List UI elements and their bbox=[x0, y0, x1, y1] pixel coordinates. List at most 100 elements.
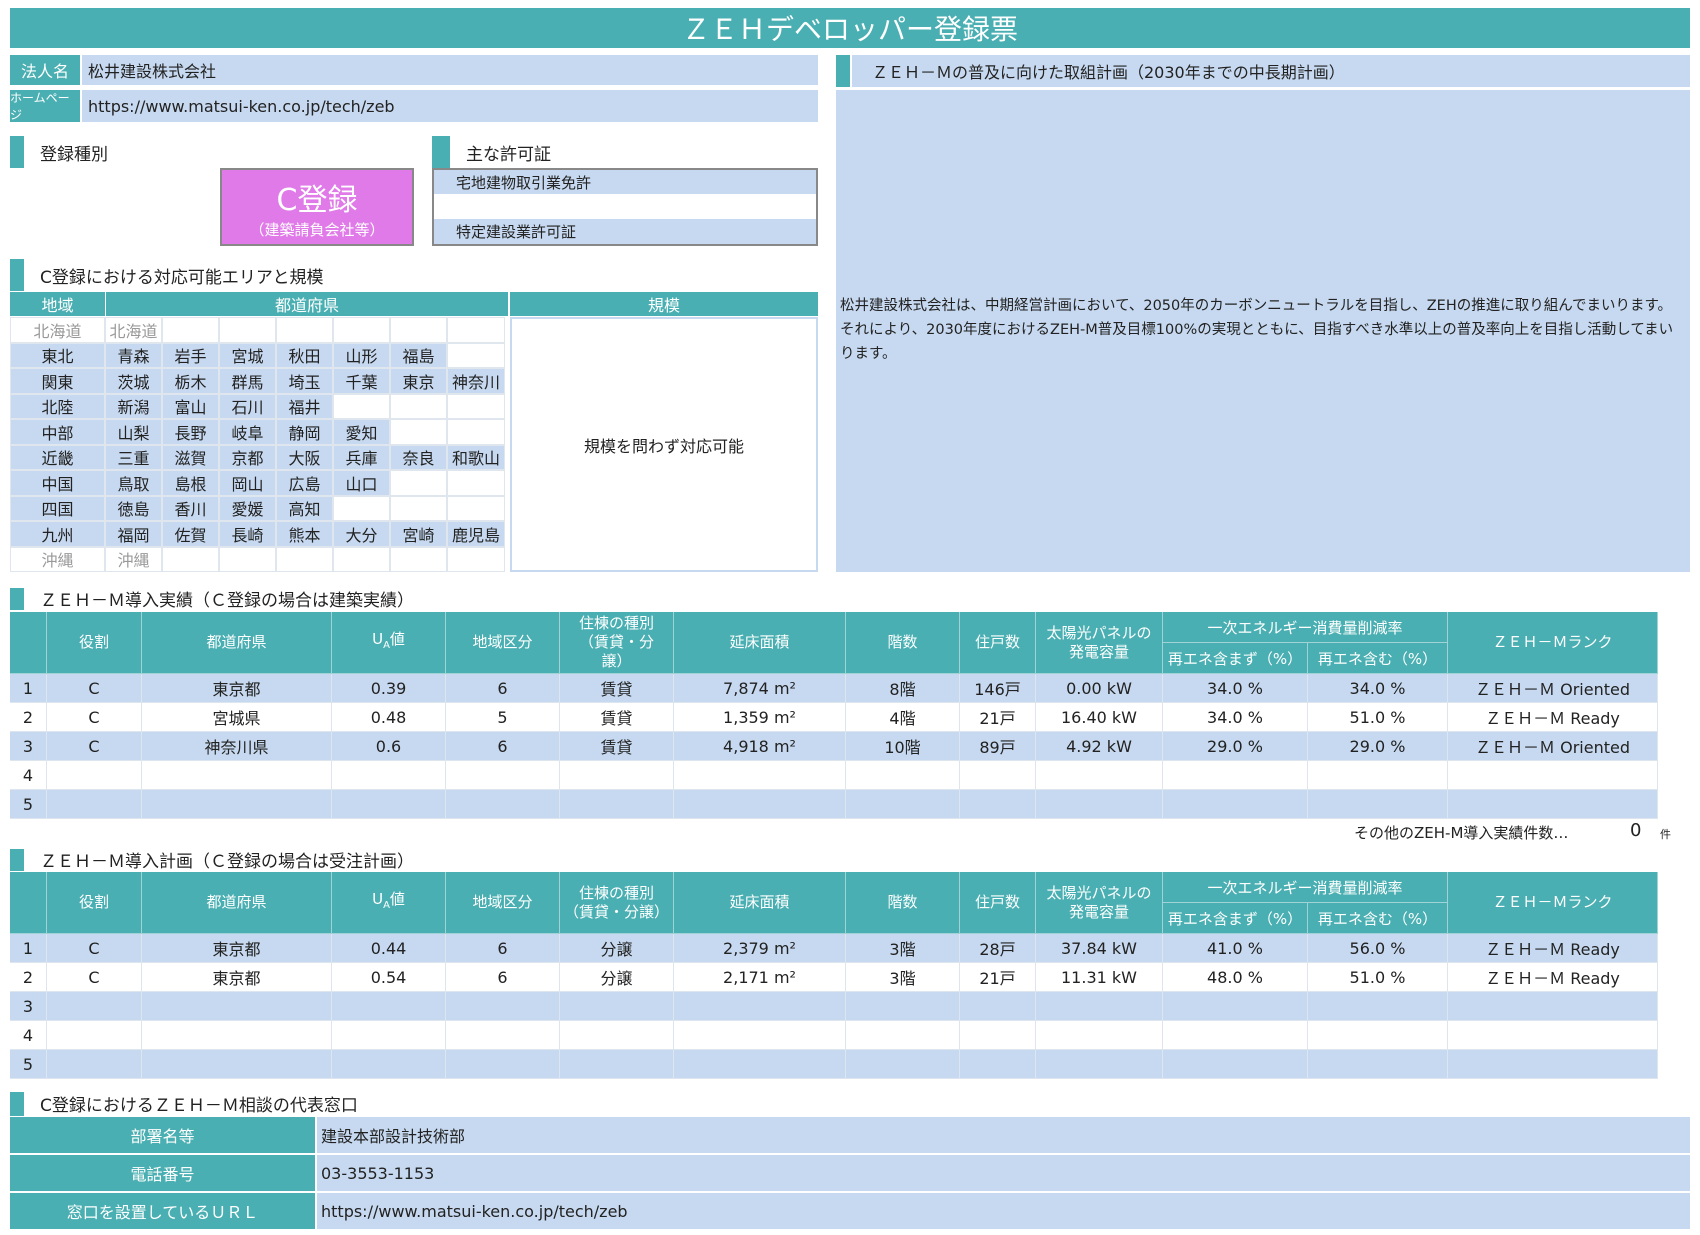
contact-url[interactable]: https://www.matsui-ken.co.jp/tech/zeb bbox=[317, 1193, 1690, 1229]
table-cell: 賃貸 bbox=[560, 674, 674, 703]
area-pref: 東京 bbox=[390, 368, 447, 394]
table-cell: 宮城県 bbox=[142, 703, 332, 732]
area-pref: 高知 bbox=[276, 495, 333, 521]
table-cell bbox=[960, 790, 1036, 819]
area-row: 沖縄 沖縄 bbox=[10, 546, 508, 572]
contact-url-label: 窓口を設置しているＵＲＬ bbox=[10, 1193, 315, 1229]
area-pref: 長崎 bbox=[219, 521, 276, 547]
table-cell bbox=[674, 1021, 846, 1050]
table-cell: 146戸 bbox=[960, 674, 1036, 703]
license-label: 主な許可証 bbox=[466, 144, 551, 165]
plan-body: 松井建設株式会社は、中期経営計画において、2050年のカーボンニュートラルを目指… bbox=[836, 90, 1690, 572]
table-cell: 16.40 kW bbox=[1036, 703, 1163, 732]
homepage-link[interactable]: https://www.matsui-ken.co.jp/tech/zeb bbox=[82, 90, 818, 122]
area-pref: 熊本 bbox=[276, 521, 333, 547]
table-cell: C bbox=[47, 732, 142, 761]
table-cell: 東京都 bbox=[142, 934, 332, 963]
table-cell: ＺＥＨ－Ｍ Oriented bbox=[1448, 674, 1658, 703]
table-cell bbox=[142, 1050, 332, 1079]
registration-label: 登録種別 bbox=[40, 144, 108, 165]
table-cell: 21戸 bbox=[960, 963, 1036, 992]
table-cell bbox=[1308, 790, 1448, 819]
table-cell bbox=[674, 992, 846, 1021]
results-label: ＺＥＨ－Ｍ導入実績（Ｃ登録の場合は建築実績） bbox=[40, 591, 414, 611]
area-table: 地域 都道府県 規模 北海道 北海道 東北 青森 岩手 宮城 秋田 山形 福島 関東 茨城 栃木 群馬埼… bbox=[10, 292, 818, 572]
area-pref: 鹿児島 bbox=[447, 521, 505, 547]
table-cell: 6 bbox=[446, 963, 560, 992]
header-ua: UA値 bbox=[332, 872, 446, 934]
header-units: 住戸数 bbox=[960, 612, 1036, 674]
table-cell: 分譲 bbox=[560, 963, 674, 992]
registration-type-sub: （建築請負会社等） bbox=[249, 220, 385, 239]
other-results-count: 0 bbox=[1630, 820, 1642, 841]
area-pref: 宮崎 bbox=[390, 521, 447, 547]
table-cell: 1 bbox=[10, 934, 47, 963]
area-pref: 島根 bbox=[162, 470, 219, 496]
header-index bbox=[10, 612, 47, 674]
table-row: 4 bbox=[10, 761, 1675, 790]
registration-type-badge: C登録 （建築請負会社等） bbox=[220, 168, 414, 246]
plan-marker bbox=[836, 55, 850, 87]
header-units: 住戸数 bbox=[960, 872, 1036, 934]
area-pref bbox=[390, 317, 447, 343]
area-pref: 富山 bbox=[162, 393, 219, 419]
table-cell bbox=[560, 761, 674, 790]
area-pref bbox=[447, 495, 505, 521]
header-rank: ＺＥＨ－Ｍランク bbox=[1448, 612, 1658, 674]
table-cell bbox=[560, 1021, 674, 1050]
table-cell bbox=[1308, 1050, 1448, 1079]
area-pref: 千葉 bbox=[333, 368, 390, 394]
table-cell: 6 bbox=[446, 934, 560, 963]
area-pref: 岩手 bbox=[162, 342, 219, 368]
table-header: 役割都道府県UA値地域区分住棟の種別（賃貸・分譲）延床面積階数住戸数太陽光パネル… bbox=[10, 872, 1675, 934]
table-cell: C bbox=[47, 934, 142, 963]
table-cell: 0.54 bbox=[332, 963, 446, 992]
table-cell bbox=[846, 1021, 960, 1050]
company-name-label: 法人名 bbox=[10, 55, 80, 85]
table-cell: 4 bbox=[10, 761, 47, 790]
area-pref bbox=[333, 393, 390, 419]
area-pref bbox=[447, 317, 505, 343]
license-item bbox=[434, 194, 816, 219]
area-row: 九州 福岡 佐賀 長崎 熊本 大分 宮崎 鹿児島 bbox=[10, 521, 508, 547]
area-region: 中国 bbox=[10, 470, 105, 496]
table-cell: 7,874 m² bbox=[674, 674, 846, 703]
area-pref: 佐賀 bbox=[162, 521, 219, 547]
area-pref: 広島 bbox=[276, 470, 333, 496]
table-cell: 34.0 % bbox=[1163, 703, 1308, 732]
area-pref bbox=[447, 546, 505, 572]
license-item: 特定建設業許可証 bbox=[434, 219, 816, 244]
plan-label: ＺＥＨ－Ｍの普及に向けた取組計画（2030年までの中長期計画） bbox=[852, 55, 1690, 87]
registration-section-heading: 登録種別 bbox=[10, 136, 108, 168]
registration-type: C登録 bbox=[276, 182, 358, 218]
table-cell: 48.0 % bbox=[1163, 963, 1308, 992]
table-cell bbox=[1163, 1050, 1308, 1079]
header-energy-ex: 再エネ含まず（%） bbox=[1163, 643, 1308, 674]
table-cell: 5 bbox=[10, 790, 47, 819]
table-cell bbox=[560, 992, 674, 1021]
table-row: 3 C 神奈川県 0.6 6 賃貸 4,918 m² 10階 89戸 4.92 kW 29.0 % 2… bbox=[10, 732, 1675, 761]
area-pref: 山口 bbox=[333, 470, 390, 496]
area-pref: 兵庫 bbox=[333, 444, 390, 470]
table-cell bbox=[332, 790, 446, 819]
area-pref: 滋賀 bbox=[162, 444, 219, 470]
table-cell: ＺＥＨ－Ｍ Ready bbox=[1448, 703, 1658, 732]
area-pref: 岐阜 bbox=[219, 419, 276, 445]
table-cell: 28戸 bbox=[960, 934, 1036, 963]
area-pref bbox=[447, 419, 505, 445]
table-cell bbox=[446, 761, 560, 790]
table-cell bbox=[47, 761, 142, 790]
table-cell bbox=[1163, 761, 1308, 790]
license-box: 宅地建物取引業免許 特定建設業許可証 bbox=[432, 168, 818, 246]
header-area: 延床面積 bbox=[674, 612, 846, 674]
table-cell: 11.31 kW bbox=[1036, 963, 1163, 992]
table-cell bbox=[1036, 1021, 1163, 1050]
table-cell bbox=[674, 761, 846, 790]
table-cell bbox=[1448, 1050, 1658, 1079]
table-cell: 0.6 bbox=[332, 732, 446, 761]
table-cell: 0.00 kW bbox=[1036, 674, 1163, 703]
table-cell bbox=[1163, 1021, 1308, 1050]
table-cell: 2 bbox=[10, 703, 47, 732]
area-pref: 新潟 bbox=[105, 393, 162, 419]
table-cell bbox=[960, 1021, 1036, 1050]
